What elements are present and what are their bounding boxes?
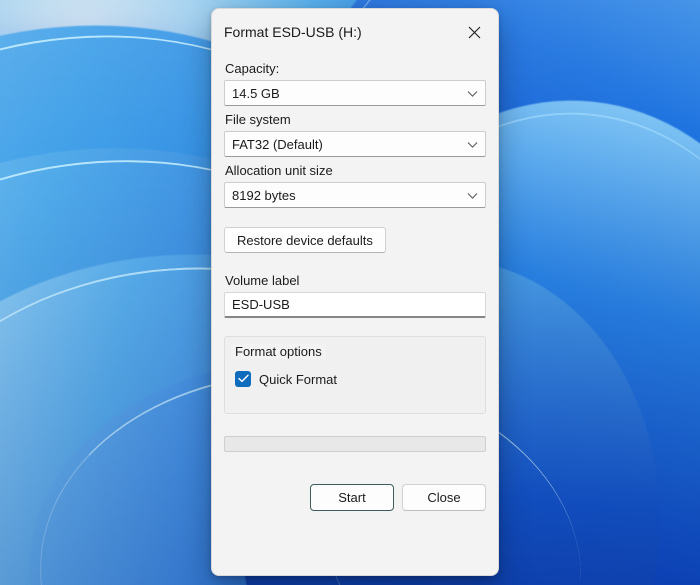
dialog-body: Capacity: 14.5 GB File system FAT32 (Def… xyxy=(212,61,498,511)
format-dialog: Format ESD-USB (H:) Capacity: 14.5 GB Fi… xyxy=(211,8,499,576)
close-button[interactable] xyxy=(452,16,496,48)
allocation-unit-size-dropdown[interactable]: 8192 bytes xyxy=(224,182,486,208)
quick-format-row[interactable]: Quick Format xyxy=(235,371,475,387)
dialog-title-bar: Format ESD-USB (H:) xyxy=(212,9,498,55)
chevron-down-icon xyxy=(467,137,478,152)
format-options-group: Format options Quick Format xyxy=(224,336,486,414)
check-icon xyxy=(237,370,249,388)
dialog-footer: Start Close xyxy=(224,484,486,511)
file-system-dropdown[interactable]: FAT32 (Default) xyxy=(224,131,486,157)
volume-label-value: ESD-USB xyxy=(232,297,290,312)
chevron-down-icon xyxy=(467,188,478,203)
volume-label-label: Volume label xyxy=(225,273,300,288)
volume-label-input[interactable]: ESD-USB xyxy=(224,292,486,318)
start-button[interactable]: Start xyxy=(310,484,394,511)
file-system-label: File system xyxy=(225,112,291,127)
quick-format-label: Quick Format xyxy=(259,371,338,387)
allocation-unit-size-label: Allocation unit size xyxy=(225,163,333,178)
capacity-label: Capacity: xyxy=(225,61,280,76)
file-system-value: FAT32 (Default) xyxy=(232,136,323,152)
format-progress-bar xyxy=(224,436,486,452)
close-dialog-button[interactable]: Close xyxy=(402,484,486,511)
chevron-down-icon xyxy=(467,86,478,101)
restore-device-defaults-button[interactable]: Restore device defaults xyxy=(224,227,386,253)
capacity-value: 14.5 GB xyxy=(232,85,280,101)
dialog-title: Format ESD-USB (H:) xyxy=(224,24,362,40)
close-icon xyxy=(468,26,481,39)
allocation-unit-size-value: 8192 bytes xyxy=(232,187,296,203)
capacity-dropdown[interactable]: 14.5 GB xyxy=(224,80,486,106)
quick-format-checkbox[interactable] xyxy=(235,371,251,387)
format-options-title: Format options xyxy=(231,344,326,359)
